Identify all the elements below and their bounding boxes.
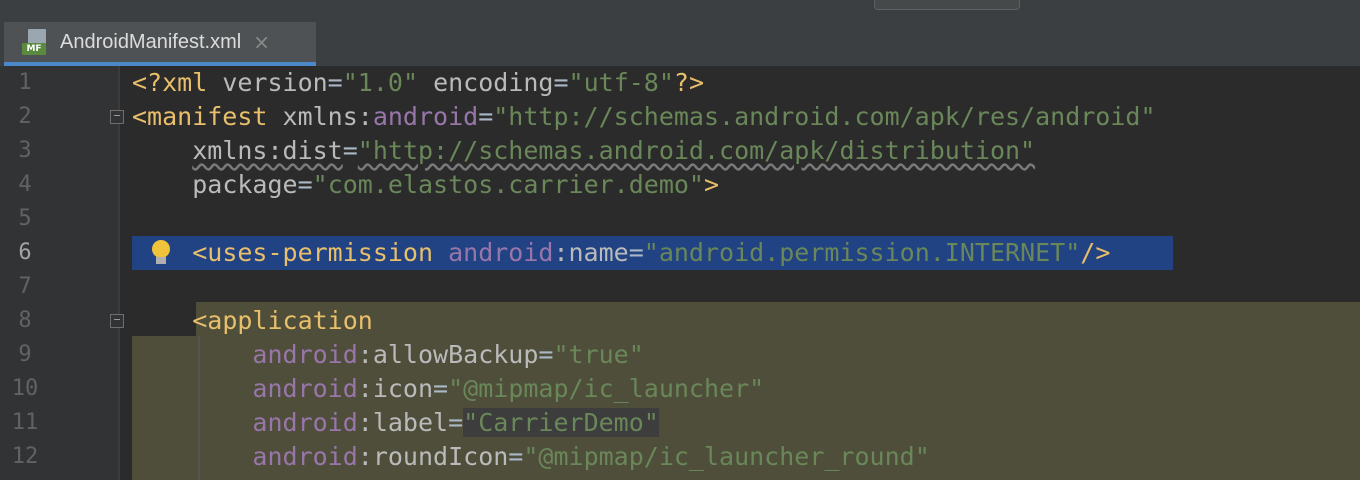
code-token: "http://schemas.android.com/apk/distribu… xyxy=(357,136,1036,165)
line-number: 1 xyxy=(18,70,32,95)
fold-toggle-icon[interactable] xyxy=(110,110,124,124)
code-line[interactable]: 7 xyxy=(0,270,1360,304)
code-token: ?> xyxy=(673,68,705,97)
code-token: = xyxy=(433,374,449,403)
code-token: <manifest xyxy=(132,102,283,131)
line-number: 3 xyxy=(18,138,32,163)
code-token: = xyxy=(327,68,343,97)
code-token: <uses-permission xyxy=(192,238,449,267)
toolbar xyxy=(0,0,1360,18)
code-text[interactable]: android:icon="@mipmap/ic_launcher" xyxy=(132,372,764,406)
code-token: = xyxy=(448,408,464,437)
line-number: 10 xyxy=(11,376,39,401)
fold-toggle-icon[interactable] xyxy=(110,314,124,328)
code-token: package xyxy=(192,170,298,199)
code-text[interactable]: android:roundIcon="@mipmap/ic_launcher_r… xyxy=(132,440,930,474)
code-text[interactable]: <application xyxy=(132,304,373,338)
code-token: :icon xyxy=(357,374,434,403)
code-token: xmlns: xyxy=(282,102,373,131)
run-config-selector[interactable] xyxy=(874,0,1020,10)
code-editor[interactable]: 1 <?xml version="1.0" encoding="utf-8"?> 2… xyxy=(0,66,1360,480)
code-text[interactable]: <uses-permission android:name="android.p… xyxy=(132,236,1110,270)
line-number: 4 xyxy=(18,172,32,197)
code-token: > xyxy=(703,170,720,199)
code-line[interactable]: 12 android:roundIcon="@mipmap/ic_launche… xyxy=(0,440,1360,474)
code-token: "utf-8" xyxy=(568,68,674,97)
code-token: = xyxy=(297,170,313,199)
code-line[interactable]: 5 xyxy=(0,202,1360,236)
line-number: 7 xyxy=(18,274,32,299)
code-token: encoding xyxy=(433,68,554,97)
code-token: "@mipmap/ic_launcher" xyxy=(448,374,765,403)
code-token: "com.elastos.carrier.demo" xyxy=(312,170,704,199)
code-line[interactable]: 6 <uses-permission android:name="android… xyxy=(0,236,1360,270)
code-token: :name xyxy=(553,238,629,267)
code-token: <?xml xyxy=(132,68,223,97)
code-line[interactable]: 1 <?xml version="1.0" encoding="utf-8"?> xyxy=(0,66,1360,100)
code-token: = xyxy=(478,102,494,131)
code-token: android xyxy=(252,442,358,471)
line-number: 2 xyxy=(18,104,32,129)
code-token: android xyxy=(372,102,479,131)
code-token: android xyxy=(252,374,358,403)
code-text[interactable]: <?xml version="1.0" encoding="utf-8"?> xyxy=(132,66,704,100)
code-token: :label xyxy=(357,408,449,437)
code-text[interactable]: package="com.elastos.carrier.demo"> xyxy=(132,168,719,202)
code-token: <application xyxy=(192,306,373,335)
code-token: "CarrierDemo" xyxy=(463,408,659,437)
editor-tab-bar: MF AndroidManifest.xml × xyxy=(0,18,1360,67)
code-token: = xyxy=(508,442,524,471)
tab-androidmanifest[interactable]: MF AndroidManifest.xml × xyxy=(4,22,316,66)
tab-title: AndroidManifest.xml xyxy=(60,30,242,53)
code-token: android xyxy=(252,408,358,437)
code-line[interactable]: 10 android:icon="@mipmap/ic_launcher" xyxy=(0,372,1360,406)
code-token: /> xyxy=(1080,238,1111,267)
code-text[interactable]: xmlns:dist="http://schemas.android.com/a… xyxy=(132,134,1035,168)
manifest-file-icon: MF xyxy=(22,29,48,55)
code-token: android xyxy=(252,340,358,369)
code-token: = xyxy=(342,136,358,165)
code-line[interactable]: 11 android:label="CarrierDemo" xyxy=(0,406,1360,440)
code-token: = xyxy=(628,238,644,267)
code-line[interactable]: 4 package="com.elastos.carrier.demo"> xyxy=(0,168,1360,202)
lightbulb-icon[interactable] xyxy=(150,240,172,266)
code-line[interactable]: 8 <application xyxy=(0,304,1360,338)
code-token: xmlns:dist xyxy=(192,136,343,165)
code-token: = xyxy=(553,68,569,97)
line-number: 12 xyxy=(11,444,39,469)
manifest-file-badge: MF xyxy=(22,43,46,55)
code-token: "true" xyxy=(553,340,644,369)
code-token: = xyxy=(538,340,554,369)
code-token: "1.0" xyxy=(342,68,418,97)
code-line[interactable]: 2 <manifest xmlns:android="http://schemas… xyxy=(0,100,1360,134)
line-number: 5 xyxy=(18,206,32,231)
code-token: :allowBackup xyxy=(357,340,539,369)
code-text[interactable]: android:label="CarrierDemo" xyxy=(132,406,659,440)
code-token: version xyxy=(222,68,328,97)
line-number: 8 xyxy=(18,308,32,333)
code-text[interactable]: android:allowBackup="true" xyxy=(132,338,644,372)
line-number: 11 xyxy=(11,410,39,435)
code-token: "@mipmap/ic_launcher_round" xyxy=(523,442,930,471)
code-line[interactable]: 3 xmlns:dist="http://schemas.android.com… xyxy=(0,134,1360,168)
code-text[interactable]: <manifest xmlns:android="http://schemas.… xyxy=(132,100,1156,134)
close-icon[interactable]: × xyxy=(253,30,270,54)
code-token: android xyxy=(448,238,554,267)
code-token: "android.permission.INTERNET" xyxy=(643,238,1081,267)
line-number: 6 xyxy=(18,240,32,265)
code-token: "http://schemas.android.com/apk/res/andr… xyxy=(493,102,1156,131)
code-line[interactable]: 9 android:allowBackup="true" xyxy=(0,338,1360,372)
code-token: :roundIcon xyxy=(357,442,509,471)
line-number: 9 xyxy=(18,342,32,367)
